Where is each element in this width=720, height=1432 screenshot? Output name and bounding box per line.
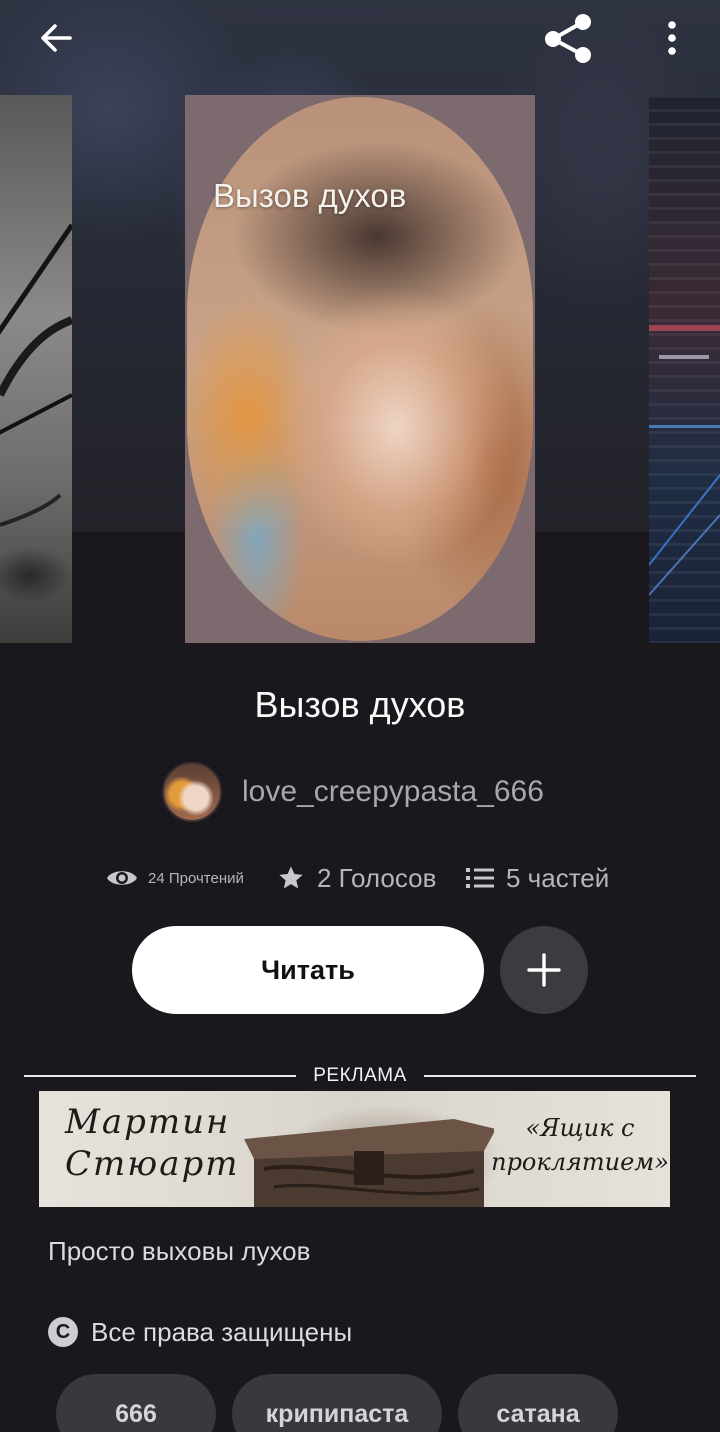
ad-book-title: «Ящик с проклятием» — [485, 1111, 670, 1179]
list-icon — [466, 868, 494, 888]
ad-banner[interactable]: Мартин Стюарт «Ящик с проклятием» — [39, 1091, 670, 1207]
tag-chip[interactable]: 666 — [56, 1374, 216, 1432]
ad-author: Мартин Стюарт — [65, 1101, 239, 1185]
cover-art — [649, 325, 720, 596]
next-cover[interactable] — [649, 95, 720, 643]
prev-cover[interactable] — [0, 95, 72, 643]
star-icon — [279, 866, 303, 889]
story-description: Просто выховы лухов — [48, 1236, 311, 1266]
votes-count: 2 Голосов — [317, 862, 437, 893]
share-icon — [545, 14, 591, 63]
share-button[interactable] — [536, 8, 600, 68]
arrow-left-icon — [41, 24, 72, 52]
current-cover[interactable]: Вызов духов — [185, 95, 535, 643]
story-title: Вызов духов — [254, 684, 466, 725]
author-name: love_creepypasta_666 — [242, 775, 544, 808]
story-details-screen: Вызов духов Вызов духов love_creepypasta… — [0, 0, 720, 1432]
top-bar — [0, 0, 720, 80]
ad-label: РЕКЛАМА — [313, 1065, 407, 1086]
tag-chip[interactable]: сатана — [458, 1374, 618, 1432]
copyright-notice: C Все права защищены — [48, 1314, 352, 1350]
cover-title: Вызов духов — [213, 177, 407, 214]
tag-chip[interactable]: крипипаста — [232, 1374, 442, 1432]
eye-icon — [107, 871, 137, 885]
ad-divider-right — [424, 1075, 696, 1077]
ad-divider-left — [24, 1075, 296, 1077]
parts-count: 5 частей — [506, 862, 610, 893]
ad-author-line1: Мартин — [65, 1102, 231, 1142]
more-options-button[interactable] — [650, 10, 694, 66]
parts-stat[interactable]: 5 частей — [466, 858, 609, 898]
votes-stat: 2 Голосов — [277, 858, 436, 898]
back-button[interactable] — [26, 12, 86, 64]
ad-book-line2: проклятием» — [491, 1148, 669, 1176]
ad-author-line2: Стюарт — [65, 1144, 240, 1184]
ad-book-line1: «Ящик с — [525, 1114, 635, 1142]
cover-art — [0, 223, 72, 527]
add-to-library-button[interactable] — [500, 926, 588, 1014]
reads-stat: 24 Прочтений — [106, 858, 244, 898]
copyright-icon: C — [48, 1317, 78, 1347]
reads-count: 24 Прочтений — [148, 869, 244, 887]
read-button[interactable]: Читать — [132, 926, 484, 1014]
copyright-text: Все права защищены — [91, 1316, 353, 1347]
author-link[interactable]: love_creepypasta_666 — [162, 762, 544, 822]
avatar — [162, 762, 222, 822]
chest-illustration — [244, 1119, 494, 1207]
more-vertical-icon — [668, 21, 676, 55]
story-stats: 24 Прочтений 2 Голосов 5 частей — [0, 858, 720, 898]
plus-icon — [527, 953, 561, 987]
